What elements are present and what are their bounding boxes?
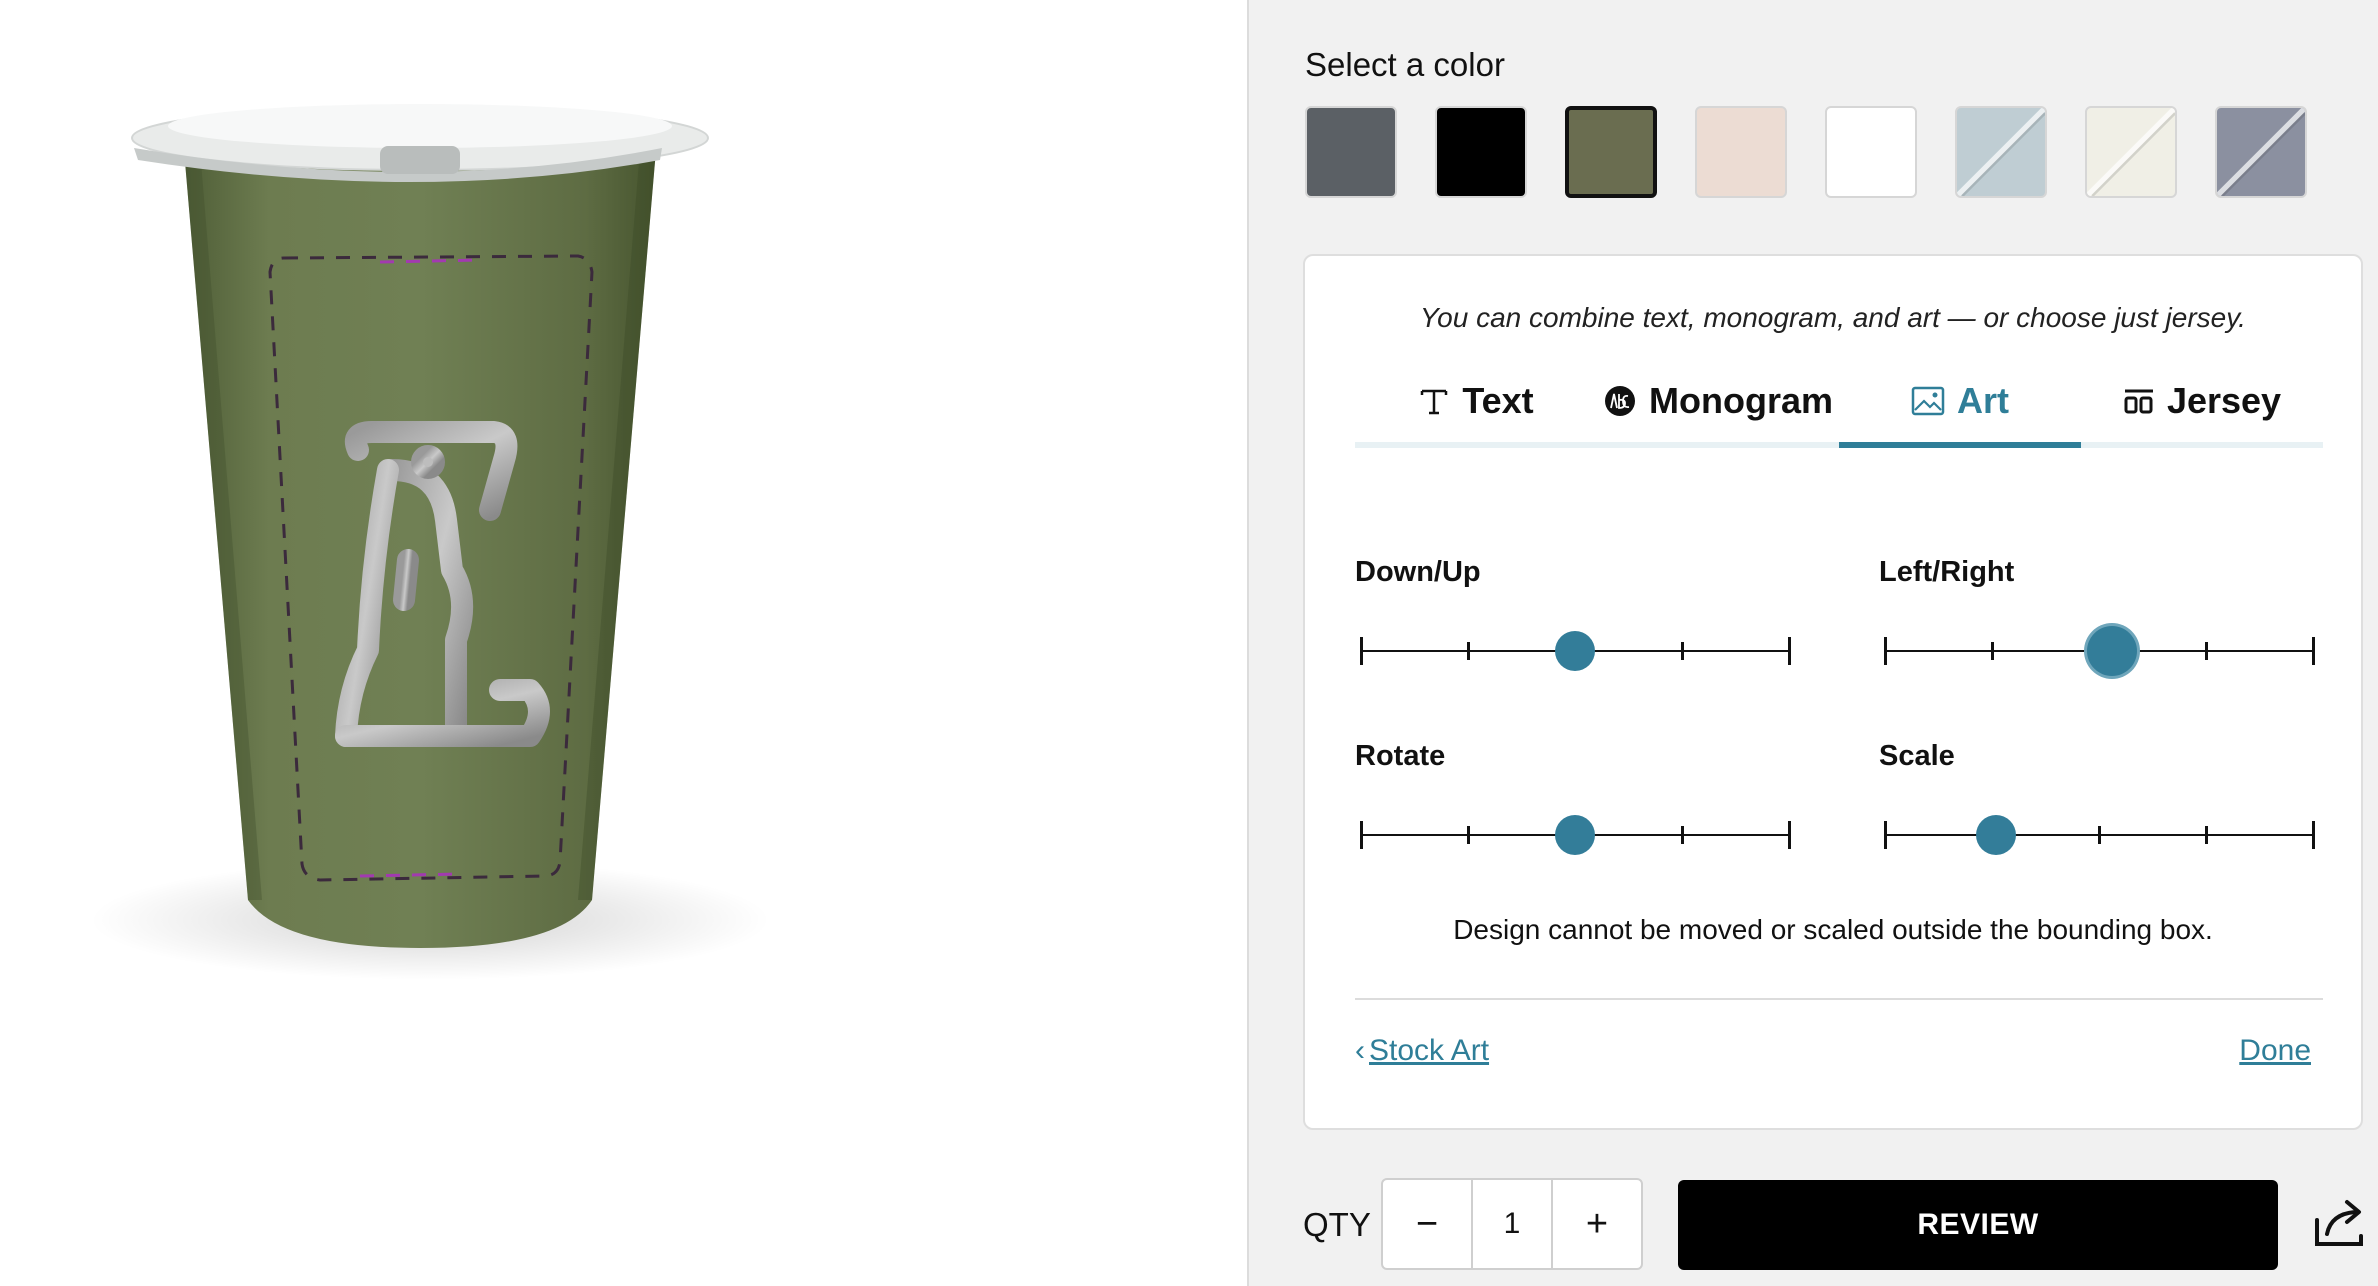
slider-tick <box>2097 826 2101 844</box>
chevron-left-icon: ‹ <box>1355 1034 1365 1067</box>
tab-text-label: Text <box>1462 380 1534 421</box>
slider-thumb[interactable] <box>1555 815 1595 855</box>
tumbler-render <box>90 104 770 980</box>
tab-monogram-label: Monogram <box>1649 380 1833 421</box>
slider-label: Down/Up <box>1355 556 1481 588</box>
image-icon <box>1911 386 1945 416</box>
customizer-card: You can combine text, monogram, and art … <box>1303 254 2363 1130</box>
stock-art-back-link[interactable]: ‹ Stock Art <box>1355 1034 1489 1068</box>
color-swatch-gray[interactable] <box>1305 106 1397 198</box>
slider-down-up: Down/Up <box>1355 556 1795 671</box>
monogram-icon <box>1605 386 1635 416</box>
tab-text[interactable]: Text <box>1355 360 1597 442</box>
customization-panel: Select a color You can combine text, mon… <box>1247 0 2378 1286</box>
rotate-slider[interactable] <box>1355 815 1795 855</box>
text-icon <box>1421 389 1448 415</box>
customizer-hint: You can combine text, monogram, and art … <box>1420 302 2246 333</box>
slider-tick <box>1359 821 1363 849</box>
slider-tick <box>1787 637 1791 665</box>
slider-tick <box>1680 826 1684 844</box>
down-up-slider[interactable] <box>1355 631 1795 671</box>
left-right-slider[interactable] <box>1879 626 2319 676</box>
quantity-value[interactable]: 1 <box>1471 1180 1553 1268</box>
color-swatch-powder-blue[interactable] <box>1955 106 2047 198</box>
bounding-box-notice: Design cannot be moved or scaled outside… <box>1453 914 2213 945</box>
done-link[interactable]: Done <box>2239 1034 2311 1068</box>
slider-tick <box>1680 642 1684 660</box>
scale-slider[interactable] <box>1879 815 2319 855</box>
slider-tick <box>1990 642 1994 660</box>
color-swatch-black[interactable] <box>1435 106 1527 198</box>
decrement-button[interactable]: − <box>1383 1180 1471 1268</box>
increment-button[interactable]: + <box>1553 1180 1641 1268</box>
slider-tick <box>1466 826 1470 844</box>
slider-label: Left/Right <box>1879 556 2015 588</box>
slider-tick <box>1466 642 1470 660</box>
slider-thumb[interactable] <box>2086 626 2137 676</box>
share-icon <box>2315 1200 2363 1246</box>
review-button[interactable]: REVIEW <box>1678 1180 2278 1270</box>
tab-jersey-label: Jersey <box>2166 380 2282 421</box>
slider-tick <box>1359 637 1363 665</box>
customizer-tabs: Text Monogram Art Jersey <box>1355 360 2323 448</box>
slider-scale: Scale <box>1879 740 2319 855</box>
slider-left-right: Left/Right <box>1879 556 2319 676</box>
color-section-label: Select a color <box>1305 46 1505 83</box>
color-swatch-blush[interactable] <box>1695 106 1787 198</box>
slider-tick <box>2311 821 2315 849</box>
product-viewer[interactable] <box>0 0 1247 1286</box>
share-button[interactable] <box>2313 1198 2367 1253</box>
color-swatch-slate[interactable] <box>2215 106 2307 198</box>
slider-tick <box>2204 642 2208 660</box>
slider-label: Rotate <box>1355 740 1446 772</box>
slider-tick <box>1883 821 1887 849</box>
slider-label: Scale <box>1879 740 1955 772</box>
slider-tick <box>2204 826 2208 844</box>
slider-thumb[interactable] <box>1976 815 2017 855</box>
divider <box>1355 998 2323 1000</box>
slider-thumb[interactable] <box>1555 631 1595 671</box>
slider-tick <box>2311 637 2315 665</box>
color-swatch-cream[interactable] <box>2085 106 2177 198</box>
color-swatch-white[interactable] <box>1825 106 1917 198</box>
tab-art[interactable]: Art <box>1839 360 2081 448</box>
slider-tick <box>1883 637 1887 665</box>
tab-jersey[interactable]: Jersey <box>2081 360 2323 442</box>
jersey-icon <box>2124 389 2153 414</box>
qty-label: QTY <box>1303 1206 1371 1243</box>
color-swatch-olive[interactable] <box>1565 106 1657 198</box>
slider-rotate: Rotate <box>1355 740 1795 855</box>
tab-art-label: Art <box>1957 380 2009 421</box>
stock-art-label: Stock Art <box>1369 1034 1490 1067</box>
quantity-stepper: − 1 + <box>1381 1178 1643 1270</box>
slider-tick <box>1787 821 1791 849</box>
tab-monogram[interactable]: Monogram <box>1597 360 1839 442</box>
color-swatches <box>1305 106 2307 198</box>
